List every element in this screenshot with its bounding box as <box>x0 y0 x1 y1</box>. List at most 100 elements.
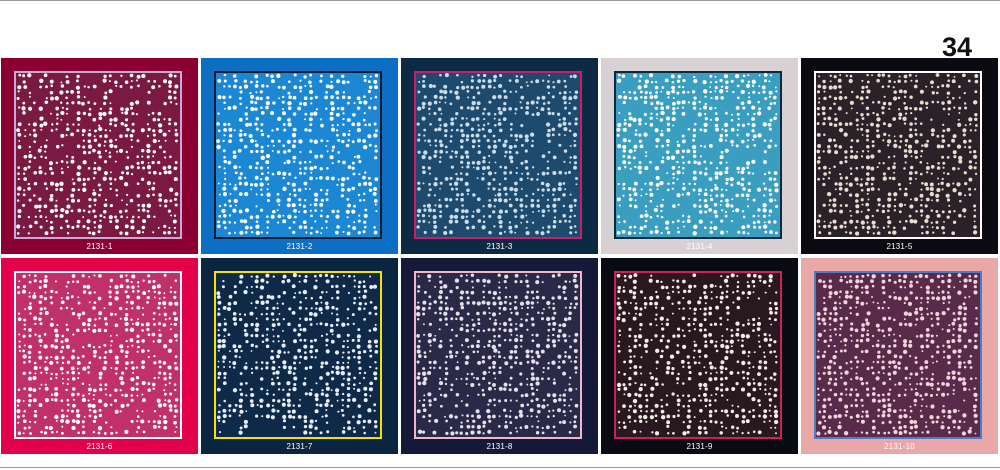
pattern-dot <box>703 89 708 94</box>
pattern-dot <box>644 122 647 125</box>
pattern-dot <box>633 371 638 376</box>
pattern-dot <box>558 360 561 363</box>
pattern-dot <box>461 204 464 207</box>
pattern-dot <box>33 316 38 321</box>
pattern-dot <box>504 209 508 214</box>
pattern-dot <box>98 408 102 412</box>
pattern-dot <box>975 317 978 320</box>
pattern-dot <box>223 128 227 132</box>
pattern-dot <box>562 323 567 328</box>
pattern-dot <box>907 144 913 149</box>
pattern-dot <box>303 424 308 429</box>
pattern-dot <box>498 183 502 186</box>
pattern-dot <box>465 134 470 138</box>
pattern-dot <box>655 183 660 187</box>
pattern-dot <box>82 345 85 349</box>
pattern-dot <box>525 274 528 277</box>
pattern-dot <box>667 292 670 295</box>
pattern-dot <box>152 150 157 154</box>
pattern-dot <box>245 106 248 109</box>
pattern-dot <box>745 419 750 424</box>
pattern-dot <box>416 349 421 354</box>
pattern-dot <box>757 334 760 337</box>
pattern-dot <box>920 225 924 229</box>
pattern-dot <box>964 106 968 110</box>
pattern-dot <box>714 409 718 413</box>
pattern-dot <box>87 210 91 214</box>
pattern-dot <box>535 431 540 435</box>
pattern-dot <box>866 367 870 371</box>
pattern-dot <box>574 231 577 234</box>
pattern-dot <box>888 134 891 137</box>
pattern-dot <box>708 311 712 316</box>
pattern-dot <box>291 284 296 289</box>
pattern-dot <box>50 112 52 115</box>
pattern-dot <box>16 128 21 133</box>
pattern-dot <box>617 122 622 128</box>
pattern-dot <box>174 366 179 371</box>
pattern-dot <box>43 284 48 288</box>
pattern-dot <box>850 285 853 288</box>
pattern-dot <box>482 329 486 332</box>
pattern-dot <box>450 307 454 311</box>
pattern-dot <box>142 219 147 224</box>
pattern-dot <box>633 365 638 369</box>
pattern-dot <box>547 322 551 326</box>
pattern-dot <box>633 344 637 349</box>
pattern-dot <box>141 329 144 332</box>
pattern-dot <box>433 182 438 187</box>
pattern-dot <box>137 84 140 88</box>
pattern-dot <box>347 361 350 364</box>
pattern-dot <box>98 116 103 121</box>
pattern-dot <box>704 167 708 170</box>
pattern-dot <box>141 155 144 158</box>
pattern-dot <box>913 219 918 224</box>
pattern-dot <box>108 80 111 83</box>
pattern-dot <box>60 84 65 88</box>
pattern-dot <box>249 215 254 220</box>
pattern-dot <box>968 274 972 278</box>
pattern-dot <box>617 94 622 99</box>
pattern-dot <box>87 399 90 402</box>
pattern-dot <box>720 193 725 198</box>
pattern-dot <box>341 398 344 402</box>
pattern-dot <box>168 80 172 85</box>
pattern-dot <box>353 376 356 380</box>
pattern-dot <box>163 199 168 203</box>
pattern-dot <box>734 73 740 79</box>
pattern-dot <box>497 122 502 126</box>
pattern-dot <box>223 322 228 326</box>
pattern-dot <box>238 192 243 196</box>
pattern-dot <box>898 187 902 191</box>
pattern-dot <box>504 150 508 154</box>
pattern-dot <box>720 370 724 374</box>
pattern-dot <box>270 214 275 219</box>
pattern-dot <box>855 199 859 203</box>
pattern-dot <box>487 429 492 434</box>
pattern-dot <box>50 301 54 305</box>
pattern-dot <box>497 214 502 220</box>
pattern-dot <box>71 371 75 375</box>
pattern-dot <box>747 232 750 235</box>
pattern-dot <box>957 327 963 332</box>
pattern-dot <box>115 194 119 197</box>
pattern-dot <box>551 112 555 116</box>
pattern-dot <box>276 302 279 305</box>
pattern-dot <box>321 389 324 392</box>
pattern-dot <box>461 209 465 213</box>
pattern-dot <box>470 382 475 388</box>
pattern-dot <box>104 388 107 391</box>
pattern-dot <box>913 106 918 111</box>
pattern-dot <box>617 344 620 348</box>
pattern-dot <box>152 340 155 343</box>
pattern-dot <box>465 279 469 283</box>
pattern-dot <box>65 75 69 79</box>
pattern-dot <box>362 118 366 122</box>
pattern-dot <box>774 86 777 89</box>
pattern-dot <box>421 116 426 121</box>
pattern-dot <box>767 171 771 175</box>
pattern-dot <box>860 291 864 294</box>
pattern-dot <box>708 409 713 414</box>
pattern-dot <box>367 80 371 84</box>
pattern-dot <box>254 122 258 126</box>
